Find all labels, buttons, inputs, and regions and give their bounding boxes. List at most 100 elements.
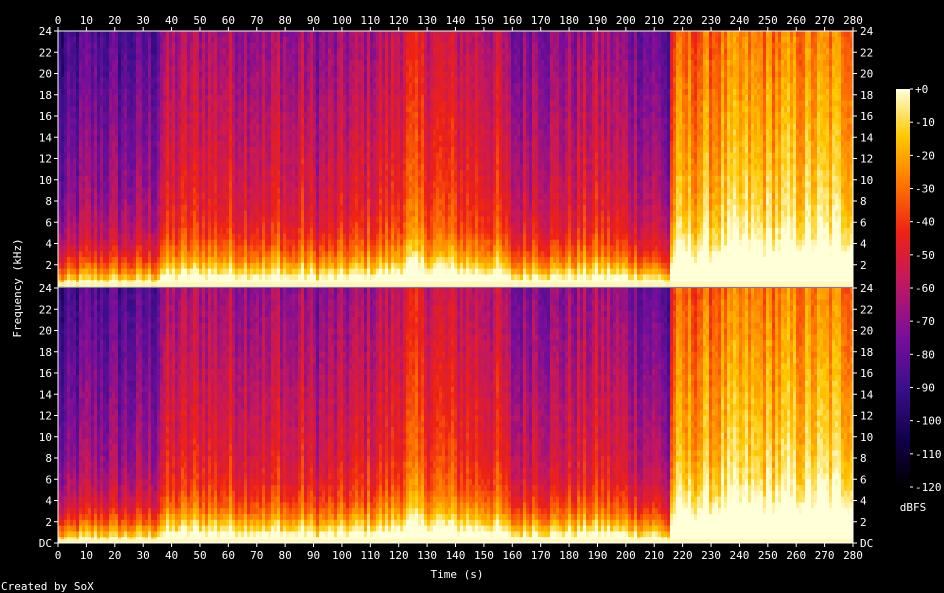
x-tick-label-top: 30 [137, 14, 150, 27]
y-tick-label-left: 16 [39, 110, 52, 123]
x-tick-label-bottom: 160 [502, 549, 522, 562]
colorbar-gradient [896, 89, 910, 487]
y-tick-label-right: 18 [860, 346, 873, 359]
y-tick-label-right: DC [860, 537, 873, 550]
x-tick-label-top: 60 [222, 14, 235, 27]
y-tick-label-left: 22 [39, 303, 52, 316]
x-tick-label-bottom: 70 [250, 549, 263, 562]
y-tick-label-left: 22 [39, 46, 52, 59]
x-tick-label-bottom: 50 [193, 549, 206, 562]
y-tick-label-right: 20 [860, 68, 873, 81]
y-tick-label-left: DC [39, 537, 52, 550]
channel-2-spectrogram [58, 288, 854, 544]
y-tick-label-right: 16 [860, 110, 873, 123]
colorbar-tick-label: -60 [915, 282, 935, 295]
y-tick-label-right: 4 [860, 238, 867, 251]
x-tick-label-bottom: 100 [332, 549, 352, 562]
colorbar-tick-label: -110 [915, 448, 942, 461]
colorbar-label: dBFS [900, 501, 927, 514]
y-tick-label-left: 6 [45, 473, 52, 486]
x-tick-label-top: 230 [701, 14, 721, 27]
colorbar-tick-label: +0 [915, 83, 928, 96]
colorbar-tick-label: -10 [915, 116, 935, 129]
y-tick-label-left: 10 [39, 431, 52, 444]
y-tick-label-right: 14 [860, 388, 874, 401]
x-tick-label-bottom: 130 [417, 549, 437, 562]
y-tick-label-right: 20 [860, 325, 873, 338]
x-tick-label-bottom: 150 [474, 549, 494, 562]
y-tick-label-right: 2 [860, 259, 867, 272]
x-tick-label-top: 250 [758, 14, 778, 27]
x-tick-label-top: 100 [332, 14, 352, 27]
x-tick-label-bottom: 60 [222, 549, 235, 562]
y-tick-label-right: 2 [860, 516, 867, 529]
x-tick-label-bottom: 90 [307, 549, 320, 562]
channel-1-spectrogram [58, 31, 854, 287]
y-tick-label-right: 12 [860, 153, 873, 166]
y-tick-label-left: 20 [39, 68, 52, 81]
x-tick-label-bottom: 30 [137, 549, 150, 562]
y-tick-label-left: 24 [39, 25, 53, 38]
y-axis-title: Frequency (kHz) [11, 238, 24, 337]
y-tick-label-right: 22 [860, 303, 873, 316]
colorbar: +0 -10 -20 -30 -40 -50 -60 -70 -80 -90 -100 -110 -12… [896, 83, 942, 494]
x-tick-label-top: 160 [502, 14, 522, 27]
x-tick-label-top: 0 [55, 14, 62, 27]
x-tick-label-top: 270 [815, 14, 835, 27]
x-tick-label-top: 260 [786, 14, 806, 27]
y-tick-label-right: 24 [860, 282, 874, 295]
x-tick-label-top: 120 [389, 14, 409, 27]
x-tick-label-bottom: 170 [531, 549, 551, 562]
colorbar-tick-label: -70 [915, 315, 935, 328]
y-tick-label-left: 10 [39, 174, 52, 187]
x-tick-label-bottom: 260 [786, 549, 806, 562]
x-tick-label-top: 170 [531, 14, 551, 27]
y-tick-label-left: 24 [39, 282, 53, 295]
y-tick-label-left: 18 [39, 89, 52, 102]
x-tick-label-bottom: 250 [758, 549, 778, 562]
colorbar-tick-label: -80 [915, 348, 935, 361]
x-tick-label-top: 90 [307, 14, 320, 27]
y-tick-label-left: 18 [39, 346, 52, 359]
x-tick-label-top: 210 [644, 14, 664, 27]
x-tick-label-bottom: 180 [559, 549, 579, 562]
y-tick-label-right: 10 [860, 431, 873, 444]
y-tick-label-right: 8 [860, 452, 867, 465]
colorbar-tick-label: -40 [915, 216, 935, 229]
x-tick-label-top: 130 [417, 14, 437, 27]
x-tick-label-top: 180 [559, 14, 579, 27]
y-tick-label-right: 12 [860, 410, 873, 423]
x-tick-label-top: 10 [80, 14, 93, 27]
colorbar-tick-label: -90 [915, 382, 935, 395]
x-tick-label-bottom: 210 [644, 549, 664, 562]
y-tick-label-right: 18 [860, 89, 873, 102]
x-tick-label-top: 80 [279, 14, 292, 27]
y-tick-label-right: 6 [860, 216, 867, 229]
x-tick-label-bottom: 190 [588, 549, 608, 562]
y-tick-label-right: 14 [860, 131, 874, 144]
x-tick-label-top: 110 [360, 14, 380, 27]
colorbar-tick-label: -100 [915, 415, 942, 428]
x-tick-label-bottom: 40 [165, 549, 178, 562]
y-tick-label-left: 8 [45, 195, 52, 208]
x-tick-label-bottom: 240 [729, 549, 749, 562]
y-tick-label-left: 20 [39, 325, 52, 338]
x-tick-label-bottom: 80 [279, 549, 292, 562]
spectrogram-chart: 0 0 10 10 20 20 30 30 40 40 50 50 60 60 70 70 80 80 90 90 10… [1, 14, 942, 593]
x-axis-title: Time (s) [431, 568, 484, 581]
y-tick-label-left: 12 [39, 410, 52, 423]
x-tick-label-top: 20 [108, 14, 121, 27]
x-tick-label-top: 220 [673, 14, 693, 27]
x-tick-label-bottom: 270 [815, 549, 835, 562]
x-tick-label-top: 40 [165, 14, 178, 27]
x-tick-label-bottom: 280 [843, 549, 863, 562]
x-tick-label-bottom: 0 [55, 549, 62, 562]
colorbar-tick-label: -50 [915, 249, 935, 262]
x-tick-label-top: 150 [474, 14, 494, 27]
y-tick-label-left: 12 [39, 153, 52, 166]
x-tick-label-bottom: 140 [446, 549, 466, 562]
x-tick-label-bottom: 200 [616, 549, 636, 562]
x-tick-label-bottom: 220 [673, 549, 693, 562]
y-tick-label-right: 10 [860, 174, 873, 187]
y-tick-label-left: 8 [45, 452, 52, 465]
